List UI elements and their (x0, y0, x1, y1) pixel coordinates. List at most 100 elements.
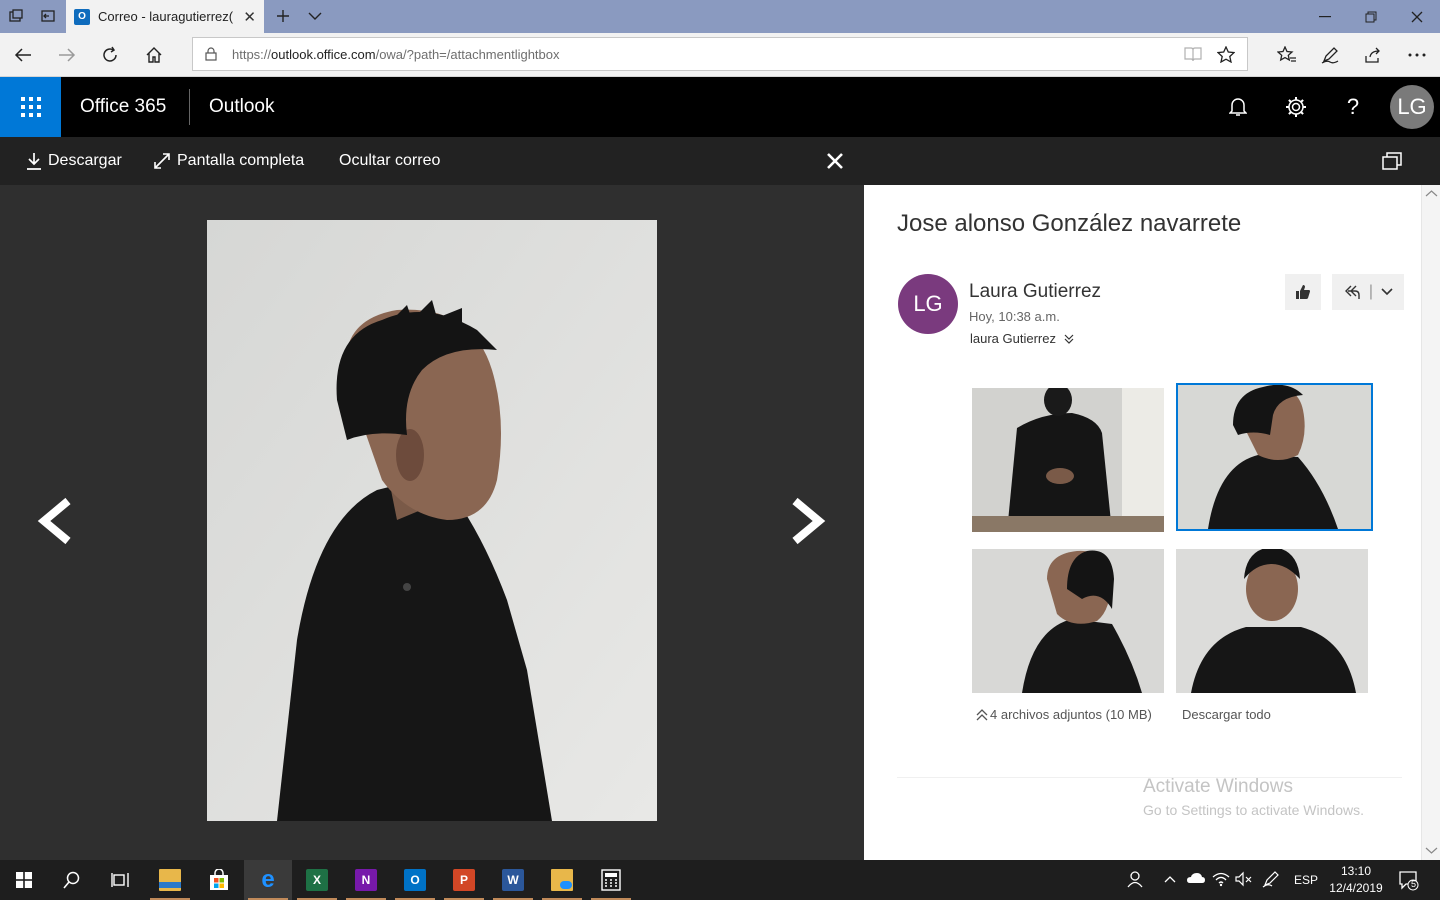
user-avatar[interactable]: LG (1390, 85, 1434, 129)
volume-muted-icon[interactable] (1235, 870, 1253, 888)
reading-pane: Jose alonso González navarrete LG Laura … (864, 185, 1440, 860)
tab-preview-chevron-icon[interactable] (305, 6, 325, 26)
new-tab-icon[interactable] (273, 6, 293, 26)
previous-attachment-icon[interactable] (36, 497, 72, 545)
attachment-thumbnail-selected[interactable] (1176, 383, 1373, 531)
activation-watermark-title: Activate Windows (1143, 776, 1293, 797)
outlook-icon[interactable]: O (391, 860, 439, 900)
email-date: Hoy, 10:38 a.m. (969, 309, 1060, 324)
lock-icon (205, 47, 217, 61)
set-aside-tabs-icon[interactable] (38, 6, 58, 26)
share-icon[interactable] (1356, 39, 1390, 71)
browser-tab-outlook[interactable]: O Correo - lauragutierrez( ✕ (66, 0, 264, 33)
sender-avatar[interactable]: LG (898, 274, 958, 334)
onedrive-cloud-icon[interactable] (1186, 870, 1206, 888)
browser-navigation-bar: https://outlook.office.com/owa/?path=/at… (0, 33, 1440, 77)
notification-count: 5 (1411, 879, 1417, 889)
pen-annotate-icon[interactable] (1313, 39, 1347, 71)
download-icon (27, 153, 41, 170)
recipient-line[interactable]: laura Gutierrez (970, 331, 1074, 346)
notifications-bell-icon[interactable] (1222, 91, 1254, 123)
start-windows-icon[interactable] (0, 860, 48, 900)
address-bar[interactable]: https://outlook.office.com/owa/?path=/at… (192, 37, 1248, 71)
more-menu-icon[interactable] (1400, 39, 1434, 71)
popout-window-icon[interactable] (1382, 152, 1402, 170)
close-window-button[interactable] (1394, 0, 1440, 33)
header-divider (189, 89, 190, 125)
calculator-icon[interactable] (587, 860, 635, 900)
tab-manager-icon[interactable] (6, 6, 26, 26)
thumbs-up-icon (1296, 285, 1310, 299)
lightbox-toolbar: Descargar Pantalla completa Ocultar corr… (0, 137, 1440, 185)
reply-divider: | (1368, 283, 1374, 300)
pen-workspace-icon[interactable] (1262, 870, 1280, 888)
outlook-app-title[interactable]: Outlook (209, 96, 274, 118)
attachments-count: 4 archivos adjuntos (10 MB) (990, 707, 1152, 722)
download-button[interactable]: Descargar (26, 152, 122, 170)
fullscreen-label: Pantalla completa (177, 152, 305, 169)
word-icon[interactable]: W (489, 860, 537, 900)
settings-gear-icon[interactable] (1280, 91, 1312, 123)
refresh-icon[interactable] (93, 39, 127, 71)
windows-taskbar: e X N O P W ESP 13:10 12/4/2019 5 (0, 860, 1440, 900)
email-subject: Jose alonso González navarrete (897, 210, 1242, 237)
help-icon[interactable]: ? (1337, 91, 1369, 123)
reading-pane-scrollbar[interactable] (1421, 185, 1440, 860)
attachment-thumbnail[interactable] (972, 549, 1164, 693)
wifi-icon[interactable] (1212, 870, 1230, 888)
app-launcher-waffle-icon[interactable] (0, 77, 61, 137)
home-icon[interactable] (137, 39, 171, 71)
hide-mail-button[interactable]: Ocultar correo (339, 152, 440, 170)
close-lightbox-icon[interactable] (825, 151, 845, 171)
fullscreen-button[interactable]: Pantalla completa (153, 152, 304, 170)
reply-all-icon (1344, 285, 1360, 299)
system-clock[interactable]: 13:10 12/4/2019 (1318, 863, 1394, 897)
file-explorer-icon[interactable] (146, 860, 194, 900)
store-icon[interactable] (195, 860, 243, 900)
excel-icon[interactable]: X (293, 860, 341, 900)
powerpoint-icon[interactable]: P (440, 860, 488, 900)
outlook-favicon-icon: O (74, 8, 90, 25)
onenote-icon[interactable]: N (342, 860, 390, 900)
reply-all-button[interactable]: | (1332, 274, 1404, 310)
restore-window-button[interactable] (1348, 0, 1394, 33)
people-icon[interactable] (1127, 870, 1143, 888)
download-label: Descargar (48, 152, 122, 169)
browser-tab-strip: O Correo - lauragutierrez( ✕ (0, 0, 1440, 33)
expand-recipients-icon (1064, 334, 1074, 344)
back-icon[interactable] (6, 39, 40, 71)
attachment-thumbnail[interactable] (972, 388, 1164, 532)
attachment-thumbnail[interactable] (1176, 549, 1368, 693)
task-view-icon[interactable] (96, 860, 144, 900)
search-icon[interactable] (48, 860, 96, 900)
recipient-name: laura Gutierrez (970, 331, 1056, 346)
tab-title: Correo - lauragutierrez( (98, 9, 234, 24)
chevron-down-icon (1381, 288, 1393, 296)
scroll-down-icon (1425, 847, 1438, 854)
edge-browser-icon[interactable]: e (244, 860, 292, 900)
onedrive-folder-icon[interactable] (538, 860, 586, 900)
forward-icon[interactable] (50, 39, 84, 71)
reading-view-icon[interactable] (1184, 46, 1202, 62)
scroll-up-icon (1425, 190, 1438, 197)
activation-watermark-text: Go to Settings to activate Windows. (1143, 802, 1364, 818)
clock-time: 13:10 (1340, 864, 1372, 878)
next-attachment-icon[interactable] (791, 497, 827, 545)
office-header: Office 365 Outlook ? LG (0, 77, 1440, 137)
download-all-link[interactable]: Descargar todo (1182, 707, 1271, 722)
action-center-icon[interactable]: 5 (1398, 869, 1420, 891)
input-language[interactable]: ESP (1294, 873, 1318, 887)
show-hidden-icons-chevron-icon[interactable] (1163, 870, 1177, 888)
tab-close-icon[interactable]: ✕ (243, 8, 256, 26)
attachments-summary[interactable]: 4 archivos adjuntos (10 MB) (976, 707, 1152, 722)
like-button[interactable] (1285, 274, 1321, 310)
sender-name[interactable]: Laura Gutierrez (969, 281, 1101, 303)
attachment-viewer (0, 185, 864, 860)
office-365-link[interactable]: Office 365 (80, 96, 166, 118)
expand-icon (154, 153, 170, 169)
favorites-icon[interactable] (1270, 39, 1304, 71)
favorite-star-icon[interactable] (1217, 46, 1235, 63)
minimize-window-button[interactable] (1302, 0, 1348, 33)
clock-date: 12/4/2019 (1329, 881, 1383, 895)
collapse-attachments-icon (976, 708, 988, 720)
